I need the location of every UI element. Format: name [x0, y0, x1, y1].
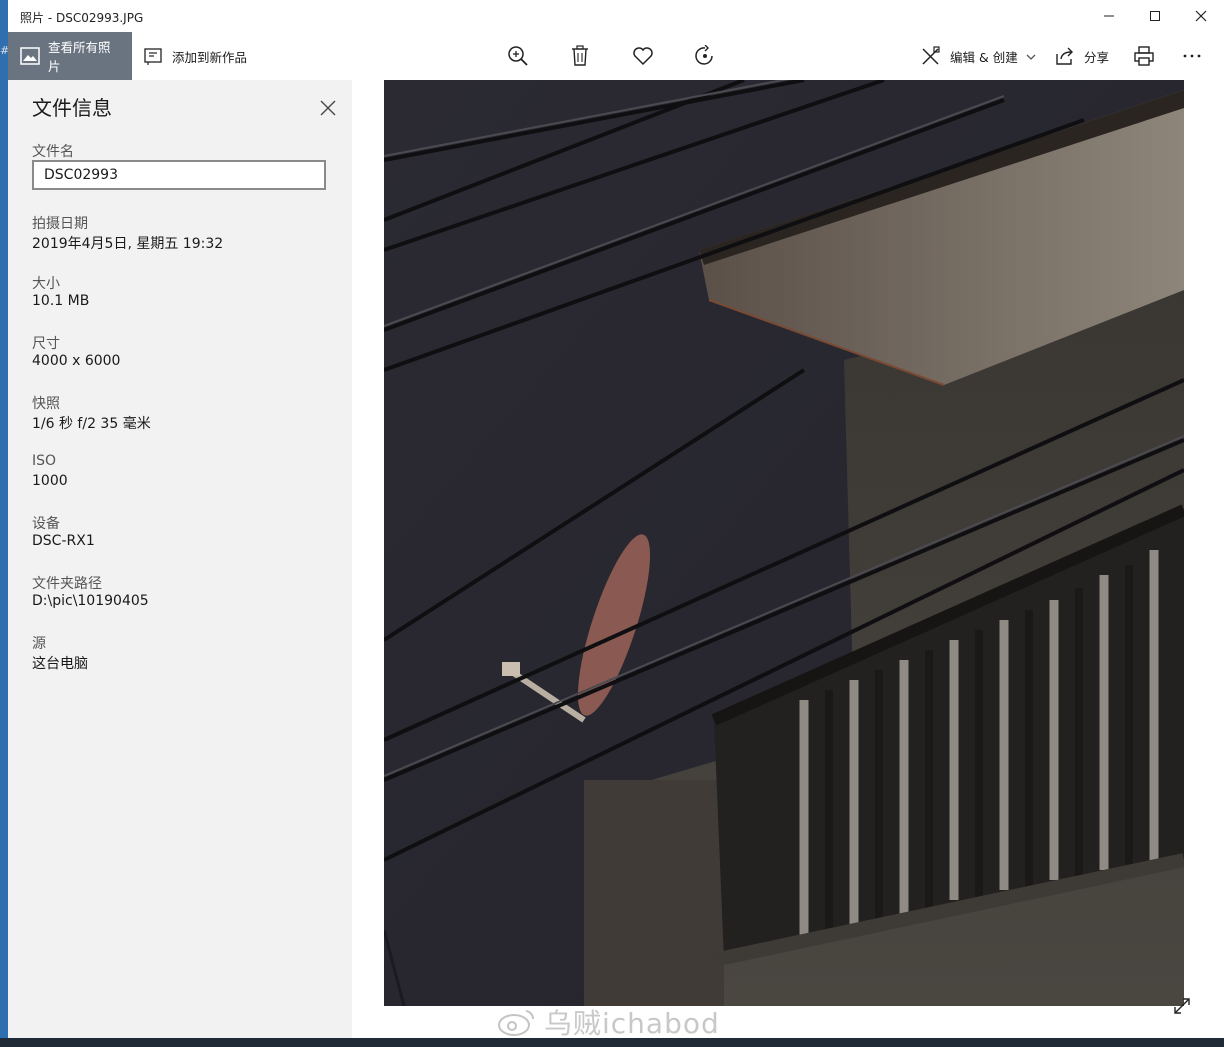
filename-label: 文件名 — [32, 144, 74, 160]
add-creation-icon — [144, 47, 164, 65]
field-value: 1/6 秒 f/2 35 毫米 — [32, 416, 151, 432]
field-value: 10.1 MB — [32, 293, 90, 309]
chevron-down-icon — [1026, 49, 1036, 64]
watermark-text: 乌贼ichabod — [544, 1007, 720, 1040]
field-value: 2019年4月5日, 星期五 19:32 — [32, 236, 224, 252]
expand-icon — [1174, 998, 1190, 1014]
edit-create-label: 编辑 & 创建 — [950, 49, 1018, 65]
panel-title: 文件信息 — [32, 96, 112, 120]
favorite-button[interactable] — [623, 32, 663, 80]
favorite-icon — [633, 47, 653, 66]
rotate-button[interactable] — [685, 32, 725, 80]
maximize-icon — [1150, 11, 1160, 21]
print-icon — [1134, 46, 1154, 66]
minimize-icon — [1104, 15, 1114, 17]
close-icon — [1195, 10, 1207, 22]
view-all-photos-button[interactable]: 查看所有照片 — [8, 32, 132, 80]
more-button[interactable] — [1172, 32, 1212, 80]
share-label: 分享 — [1084, 49, 1110, 65]
print-button[interactable] — [1124, 32, 1164, 80]
file-info-panel: 文件信息 文件名 拍摄日期 2019年4月5日, 星期五 19:32 大小 10… — [8, 80, 352, 1038]
toolbar: 查看所有照片 添加到新作品 编辑 & 创建 分享 — [8, 32, 1224, 80]
panel-close-button[interactable] — [314, 94, 342, 122]
filename-input[interactable] — [32, 160, 326, 190]
fullscreen-button[interactable] — [1168, 992, 1196, 1020]
add-creation-label: 添加到新作品 — [172, 49, 248, 65]
desktop-edge: # — [0, 0, 9, 1047]
field-label: 快照 — [32, 396, 60, 412]
minimize-button[interactable] — [1086, 0, 1132, 32]
field-label: 文件夹路径 — [32, 576, 102, 592]
zoom-in-icon — [508, 46, 528, 66]
photos-window: 照片 - DSC02993.JPG 查看所有照片 添加到新作品 编辑 & 创建 … — [8, 0, 1224, 1040]
share-button[interactable]: 分享 — [1054, 32, 1109, 80]
field-label: 拍摄日期 — [32, 216, 88, 232]
field-value: 1000 — [32, 473, 68, 489]
field-value: D:\pic\10190405 — [32, 593, 149, 609]
field-value: 4000 x 6000 — [32, 353, 121, 369]
photo-image[interactable] — [384, 80, 1184, 1006]
photo-viewer: 乌贼ichabod — [352, 80, 1224, 1040]
delete-icon — [572, 45, 588, 66]
delete-button[interactable] — [560, 32, 600, 80]
field-label: 大小 — [32, 276, 60, 292]
title-bar: 照片 - DSC02993.JPG — [8, 0, 1224, 32]
share-icon — [1054, 46, 1076, 66]
edit-create-icon — [920, 46, 942, 66]
edit-create-button[interactable]: 编辑 & 创建 — [920, 32, 1036, 80]
field-label: 源 — [32, 636, 46, 652]
field-value: DSC-RX1 — [32, 533, 95, 549]
add-to-creation-button[interactable]: 添加到新作品 — [144, 32, 247, 80]
taskbar-edge — [0, 1038, 1224, 1047]
field-label: 尺寸 — [32, 336, 60, 352]
close-button[interactable] — [1178, 0, 1224, 32]
close-icon — [320, 100, 336, 116]
field-value: 这台电脑 — [32, 656, 88, 672]
maximize-button[interactable] — [1132, 0, 1178, 32]
photo-icon — [20, 47, 40, 65]
field-label: 设备 — [32, 516, 60, 532]
window-title: 照片 - DSC02993.JPG — [20, 11, 144, 25]
rotate-icon — [695, 45, 713, 65]
field-label: ISO — [32, 453, 57, 469]
view-all-label: 查看所有照片 — [48, 40, 111, 74]
more-icon — [1183, 54, 1201, 58]
zoom-button[interactable] — [498, 32, 538, 80]
